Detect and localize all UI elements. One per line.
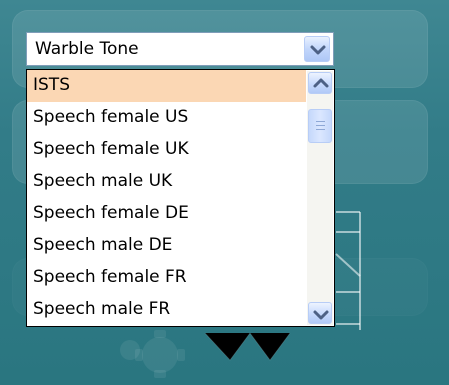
scroll-down-button[interactable] bbox=[308, 302, 332, 324]
dropdown-scrollbar[interactable] bbox=[307, 71, 333, 325]
chevron-down-icon bbox=[313, 310, 329, 320]
grip-lines-icon bbox=[316, 125, 325, 126]
list-item-speech-female-fr[interactable]: Speech female FR bbox=[27, 262, 306, 294]
list-item-ists[interactable]: ISTS bbox=[27, 70, 306, 102]
signal-type-options: ISTS Speech female US Speech female UK S… bbox=[27, 70, 306, 326]
list-item-speech-male-de[interactable]: Speech male DE bbox=[27, 230, 306, 262]
chevron-up-icon bbox=[313, 78, 329, 88]
chevron-down-icon bbox=[310, 45, 326, 55]
signal-type-dropdown-list[interactable]: ISTS Speech female US Speech female UK S… bbox=[26, 69, 335, 327]
grip-lines-icon bbox=[316, 121, 325, 122]
list-item-speech-male-fr[interactable]: Speech male FR bbox=[27, 294, 306, 326]
signal-type-combobox[interactable]: Warble Tone bbox=[26, 32, 334, 66]
list-item-speech-male-uk[interactable]: Speech male UK bbox=[27, 166, 306, 198]
signal-type-value: Warble Tone bbox=[35, 39, 139, 59]
list-item-speech-female-us[interactable]: Speech female US bbox=[27, 102, 306, 134]
combo-dropdown-button[interactable] bbox=[304, 36, 330, 62]
list-item-speech-female-uk[interactable]: Speech female UK bbox=[27, 134, 306, 166]
scroll-up-button[interactable] bbox=[308, 72, 332, 94]
grip-lines-icon bbox=[316, 129, 325, 130]
list-item-speech-female-de[interactable]: Speech female DE bbox=[27, 198, 306, 230]
scroll-thumb[interactable] bbox=[308, 109, 332, 143]
